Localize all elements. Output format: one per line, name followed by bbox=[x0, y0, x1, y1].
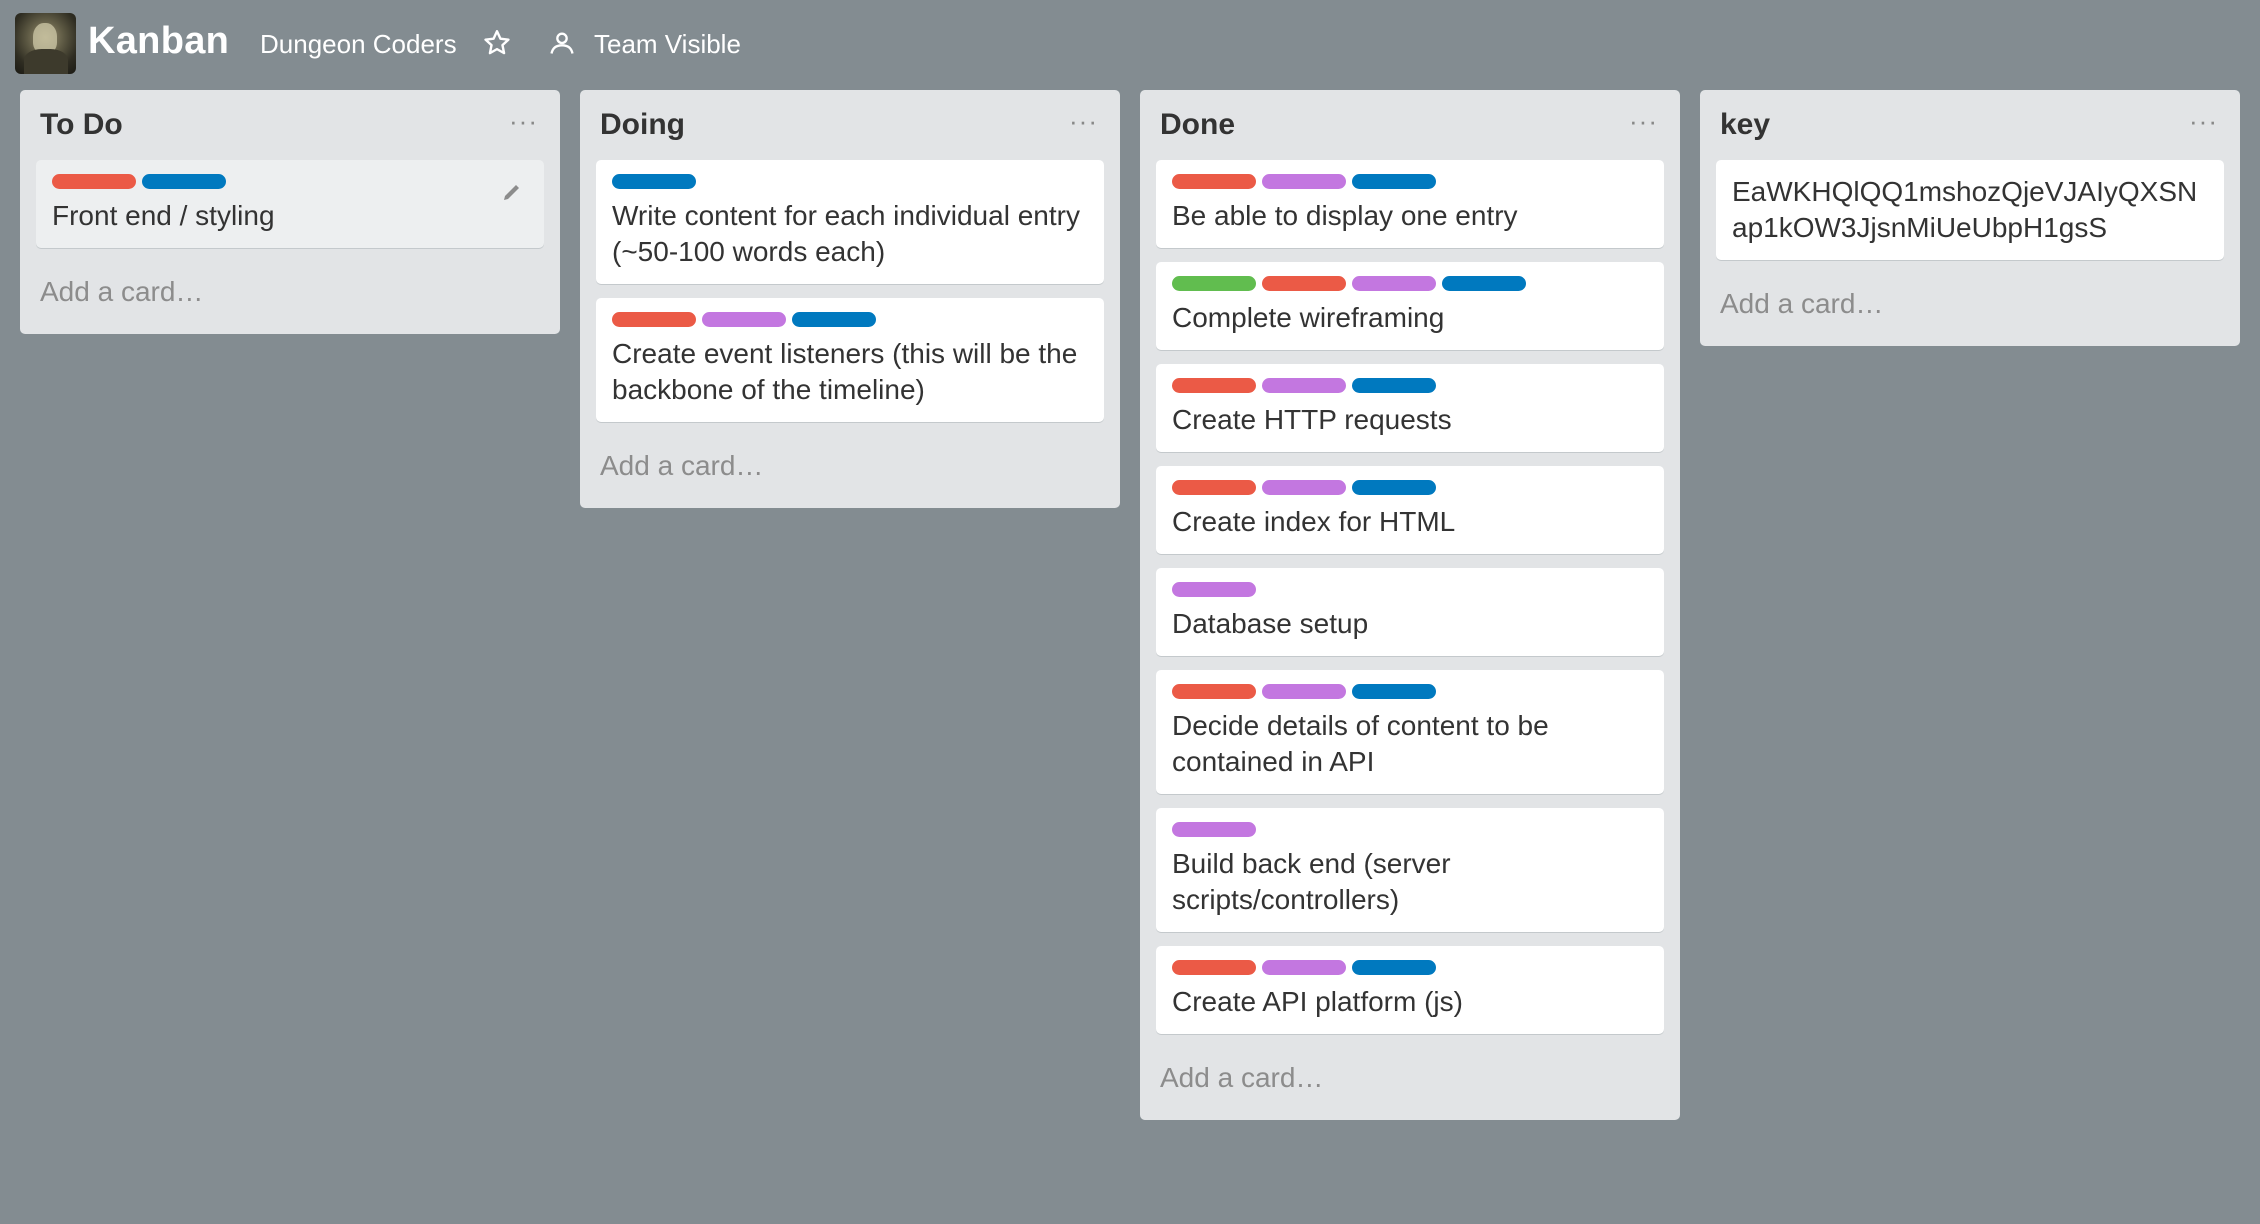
label-purple bbox=[1262, 174, 1346, 189]
label-purple bbox=[1262, 480, 1346, 495]
card-labels bbox=[1172, 378, 1648, 394]
card[interactable]: Create index for HTML bbox=[1156, 466, 1664, 554]
card[interactable]: Create API platform (js) bbox=[1156, 946, 1664, 1034]
team-visibility-label[interactable]: Team Visible bbox=[594, 29, 741, 60]
card-labels bbox=[1172, 582, 1648, 598]
board-title[interactable]: Kanban bbox=[88, 20, 229, 63]
card-title: Create API platform (js) bbox=[1172, 986, 1463, 1017]
card-title: Be able to display one entry bbox=[1172, 200, 1518, 231]
team-name-link[interactable]: Dungeon Coders bbox=[260, 29, 457, 60]
card-labels bbox=[1172, 960, 1648, 976]
card-title: Build back end (server scripts/controlle… bbox=[1172, 848, 1451, 915]
label-blue bbox=[1352, 174, 1436, 189]
list-header: Doing ··· bbox=[580, 90, 1120, 160]
card[interactable]: Create HTTP requests bbox=[1156, 364, 1664, 452]
card-title: Create index for HTML bbox=[1172, 506, 1456, 537]
card[interactable]: EaWKHQlQQ1mshozQjeVJAIyQXSNap1kOW3JjsnMi… bbox=[1716, 160, 2224, 260]
label-blue bbox=[792, 312, 876, 327]
list-menu-icon[interactable]: ··· bbox=[1629, 106, 1658, 137]
list-title[interactable]: Done bbox=[1160, 108, 1235, 142]
card[interactable]: Build back end (server scripts/controlle… bbox=[1156, 808, 1664, 932]
list-key: key ··· EaWKHQlQQ1mshozQjeVJAIyQXSNap1kO… bbox=[1700, 90, 2240, 346]
list-doing: Doing ··· Write content for each individ… bbox=[580, 90, 1120, 508]
card-title: Decide details of content to be containe… bbox=[1172, 710, 1549, 777]
card[interactable]: Write content for each individual entry … bbox=[596, 160, 1104, 284]
card-title: Create event listeners (this will be the… bbox=[612, 338, 1078, 405]
card-title: Create HTTP requests bbox=[1172, 404, 1452, 435]
label-red bbox=[612, 312, 696, 327]
card[interactable]: Create event listeners (this will be the… bbox=[596, 298, 1104, 422]
card-labels bbox=[1172, 174, 1648, 190]
label-red bbox=[1172, 174, 1256, 189]
label-blue bbox=[1352, 960, 1436, 975]
list-header: key ··· bbox=[1700, 90, 2240, 160]
label-purple bbox=[1172, 582, 1256, 597]
card-labels bbox=[1172, 684, 1648, 700]
list-done: Done ··· Be able to display one entry Co… bbox=[1140, 90, 1680, 1120]
card-labels bbox=[1172, 480, 1648, 496]
label-purple bbox=[1262, 684, 1346, 699]
list-menu-icon[interactable]: ··· bbox=[2189, 106, 2218, 137]
card[interactable]: Decide details of content to be containe… bbox=[1156, 670, 1664, 794]
label-blue bbox=[1352, 684, 1436, 699]
card-labels bbox=[52, 174, 528, 190]
card[interactable]: Complete wireframing bbox=[1156, 262, 1664, 350]
star-icon[interactable] bbox=[481, 27, 513, 59]
card-labels bbox=[612, 174, 1088, 190]
label-purple bbox=[1172, 822, 1256, 837]
label-purple bbox=[702, 312, 786, 327]
label-blue bbox=[1352, 480, 1436, 495]
pencil-edit-icon[interactable] bbox=[500, 180, 524, 204]
label-blue bbox=[612, 174, 696, 189]
label-red bbox=[1172, 684, 1256, 699]
label-purple bbox=[1262, 960, 1346, 975]
list-title[interactable]: Doing bbox=[600, 108, 685, 142]
list-header: Done ··· bbox=[1140, 90, 1680, 160]
card-title: EaWKHQlQQ1mshozQjeVJAIyQXSNap1kOW3JjsnMi… bbox=[1732, 176, 2198, 243]
label-green bbox=[1172, 276, 1256, 291]
add-card-button[interactable]: Add a card… bbox=[1700, 274, 2240, 346]
card[interactable]: Front end / styling bbox=[36, 160, 544, 248]
add-card-button[interactable]: Add a card… bbox=[1140, 1048, 1680, 1120]
card-labels bbox=[612, 312, 1088, 328]
card-title: Write content for each individual entry … bbox=[612, 200, 1080, 267]
label-red bbox=[1172, 378, 1256, 393]
card-labels bbox=[1172, 276, 1648, 292]
label-red bbox=[52, 174, 136, 189]
list-menu-icon[interactable]: ··· bbox=[1069, 106, 1098, 137]
label-purple bbox=[1262, 378, 1346, 393]
label-red bbox=[1262, 276, 1346, 291]
list-menu-icon[interactable]: ··· bbox=[509, 106, 538, 137]
add-card-button[interactable]: Add a card… bbox=[20, 262, 560, 334]
add-card-button[interactable]: Add a card… bbox=[580, 436, 1120, 508]
card-title: Complete wireframing bbox=[1172, 302, 1445, 333]
label-red bbox=[1172, 480, 1256, 495]
list-title[interactable]: To Do bbox=[40, 108, 123, 142]
label-blue bbox=[1352, 378, 1436, 393]
label-purple bbox=[1352, 276, 1436, 291]
card-labels bbox=[1172, 822, 1648, 838]
list-header: To Do ··· bbox=[20, 90, 560, 160]
label-blue bbox=[142, 174, 226, 189]
board-avatar[interactable] bbox=[15, 13, 76, 74]
board-header: Kanban Dungeon Coders Team Visible bbox=[0, 0, 2260, 86]
label-blue bbox=[1442, 276, 1526, 291]
card[interactable]: Database setup bbox=[1156, 568, 1664, 656]
list-to-do: To Do ··· Front end / styling Add a card… bbox=[20, 90, 560, 334]
card-title: Front end / styling bbox=[52, 200, 275, 231]
team-visibility-icon[interactable] bbox=[548, 29, 576, 57]
card[interactable]: Be able to display one entry bbox=[1156, 160, 1664, 248]
card-title: Database setup bbox=[1172, 608, 1369, 639]
list-title[interactable]: key bbox=[1720, 108, 1770, 142]
label-red bbox=[1172, 960, 1256, 975]
